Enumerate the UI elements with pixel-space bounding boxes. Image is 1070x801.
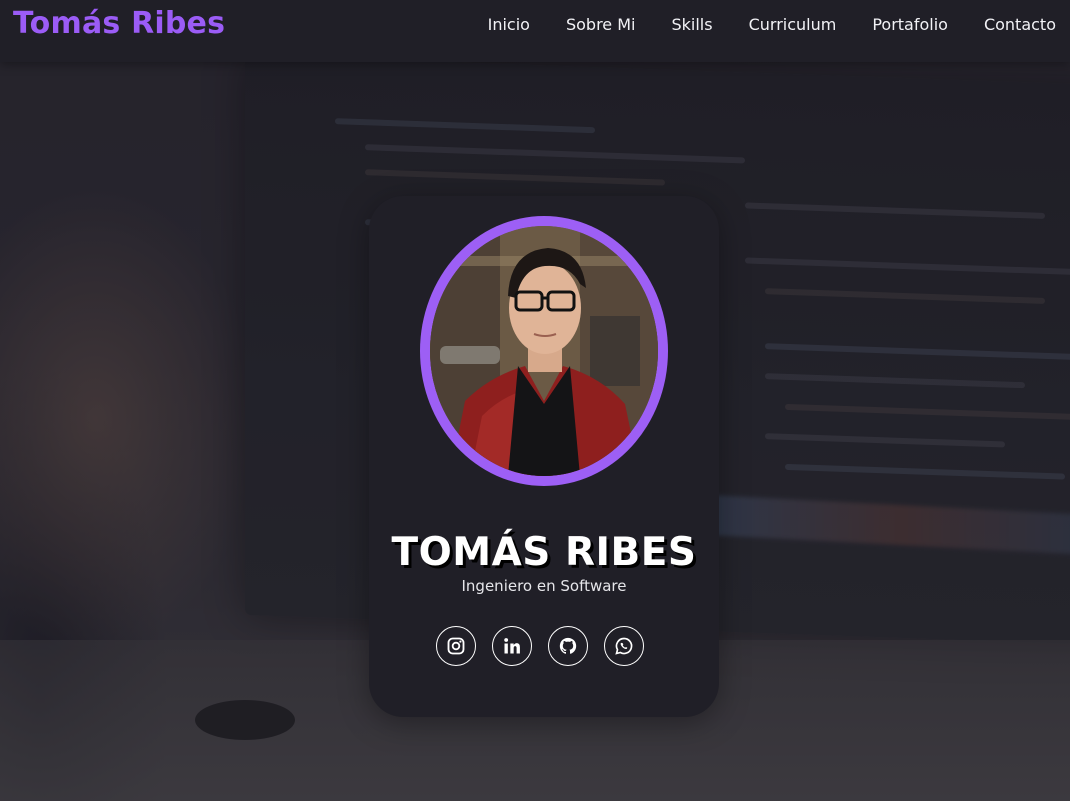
nav-link-contacto[interactable]: Contacto <box>984 15 1056 34</box>
profile-role: Ingeniero en Software <box>461 577 627 595</box>
nav-link-skills[interactable]: Skills <box>671 15 712 34</box>
profile-card: TOMÁS RIBES Ingeniero en Software <box>369 196 719 717</box>
nav-link-curriculum[interactable]: Curriculum <box>749 15 837 34</box>
social-links <box>436 626 644 666</box>
github-link[interactable] <box>548 626 588 666</box>
nav-link-portafolio[interactable]: Portafolio <box>872 15 948 34</box>
avatar-ring <box>420 216 668 486</box>
instagram-icon <box>447 637 465 655</box>
profile-photo <box>430 226 658 476</box>
linkedin-link[interactable] <box>492 626 532 666</box>
whatsapp-link[interactable] <box>604 626 644 666</box>
site-logo[interactable]: Tomás Ribes <box>13 6 225 41</box>
profile-name: TOMÁS RIBES <box>391 530 697 575</box>
whatsapp-icon <box>615 637 633 655</box>
main-nav: Inicio Sobre Mi Skills Curriculum Portaf… <box>488 15 1056 34</box>
nav-link-sobre-mi[interactable]: Sobre Mi <box>566 15 636 34</box>
site-header: Tomás Ribes Inicio Sobre Mi Skills Curri… <box>0 0 1070 62</box>
page: Tomás Ribes Inicio Sobre Mi Skills Curri… <box>0 0 1070 801</box>
github-icon <box>559 637 577 654</box>
instagram-link[interactable] <box>436 626 476 666</box>
linkedin-icon <box>504 638 520 654</box>
nav-link-inicio[interactable]: Inicio <box>488 15 530 34</box>
